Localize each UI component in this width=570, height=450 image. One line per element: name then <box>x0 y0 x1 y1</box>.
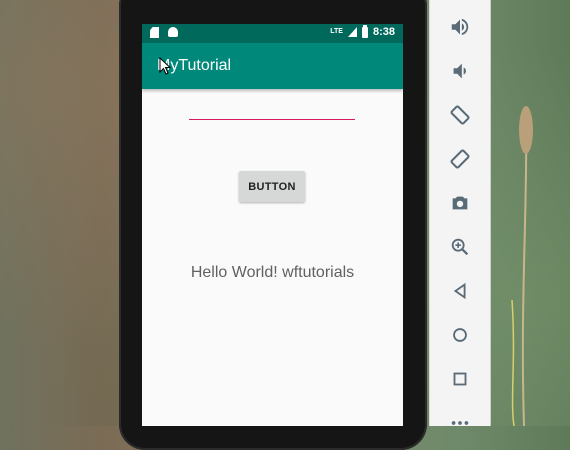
home-icon <box>453 328 467 342</box>
overview-icon <box>453 372 467 386</box>
camera-icon <box>452 196 468 210</box>
battery-icon <box>361 24 368 38</box>
desktop-background-right <box>490 0 570 427</box>
overview-button[interactable] <box>447 366 473 392</box>
rotate-left-icon <box>450 105 470 125</box>
zoom-button[interactable] <box>447 234 473 260</box>
volume-up-icon <box>451 18 469 36</box>
mouse-cursor-icon <box>159 57 171 75</box>
hello-text: Hello World! wftutorials <box>190 264 355 281</box>
more-icon <box>451 421 469 425</box>
rotate-right-icon <box>450 149 470 169</box>
android-icon <box>168 27 178 37</box>
sd-card-icon <box>150 27 159 38</box>
more-button[interactable] <box>447 410 473 436</box>
status-time: 8:38 <box>372 26 395 38</box>
app-bar: MyTutorial <box>142 43 403 89</box>
text-input[interactable] <box>189 119 355 120</box>
grass-stalk-decoration <box>511 106 533 427</box>
home-button[interactable] <box>447 322 473 348</box>
back-icon <box>453 282 466 300</box>
volume-up-button[interactable] <box>447 14 473 40</box>
main-button[interactable]: BUTTON <box>239 171 305 202</box>
volume-down-button[interactable] <box>447 58 473 84</box>
status-bar: LTE 8:38 <box>142 24 403 43</box>
zoom-icon <box>451 238 469 256</box>
lte-label: LTE <box>330 28 343 35</box>
signal-icon <box>347 27 357 37</box>
volume-down-icon <box>453 63 466 79</box>
screenshot-button[interactable] <box>447 190 473 216</box>
device-screen: LTE 8:38 MyTutorial BUTTON Hello World! … <box>142 24 403 426</box>
rotate-left-button[interactable] <box>447 102 473 128</box>
back-button[interactable] <box>447 278 473 304</box>
rotate-right-button[interactable] <box>447 146 473 172</box>
emulator-toolbar <box>429 0 491 426</box>
